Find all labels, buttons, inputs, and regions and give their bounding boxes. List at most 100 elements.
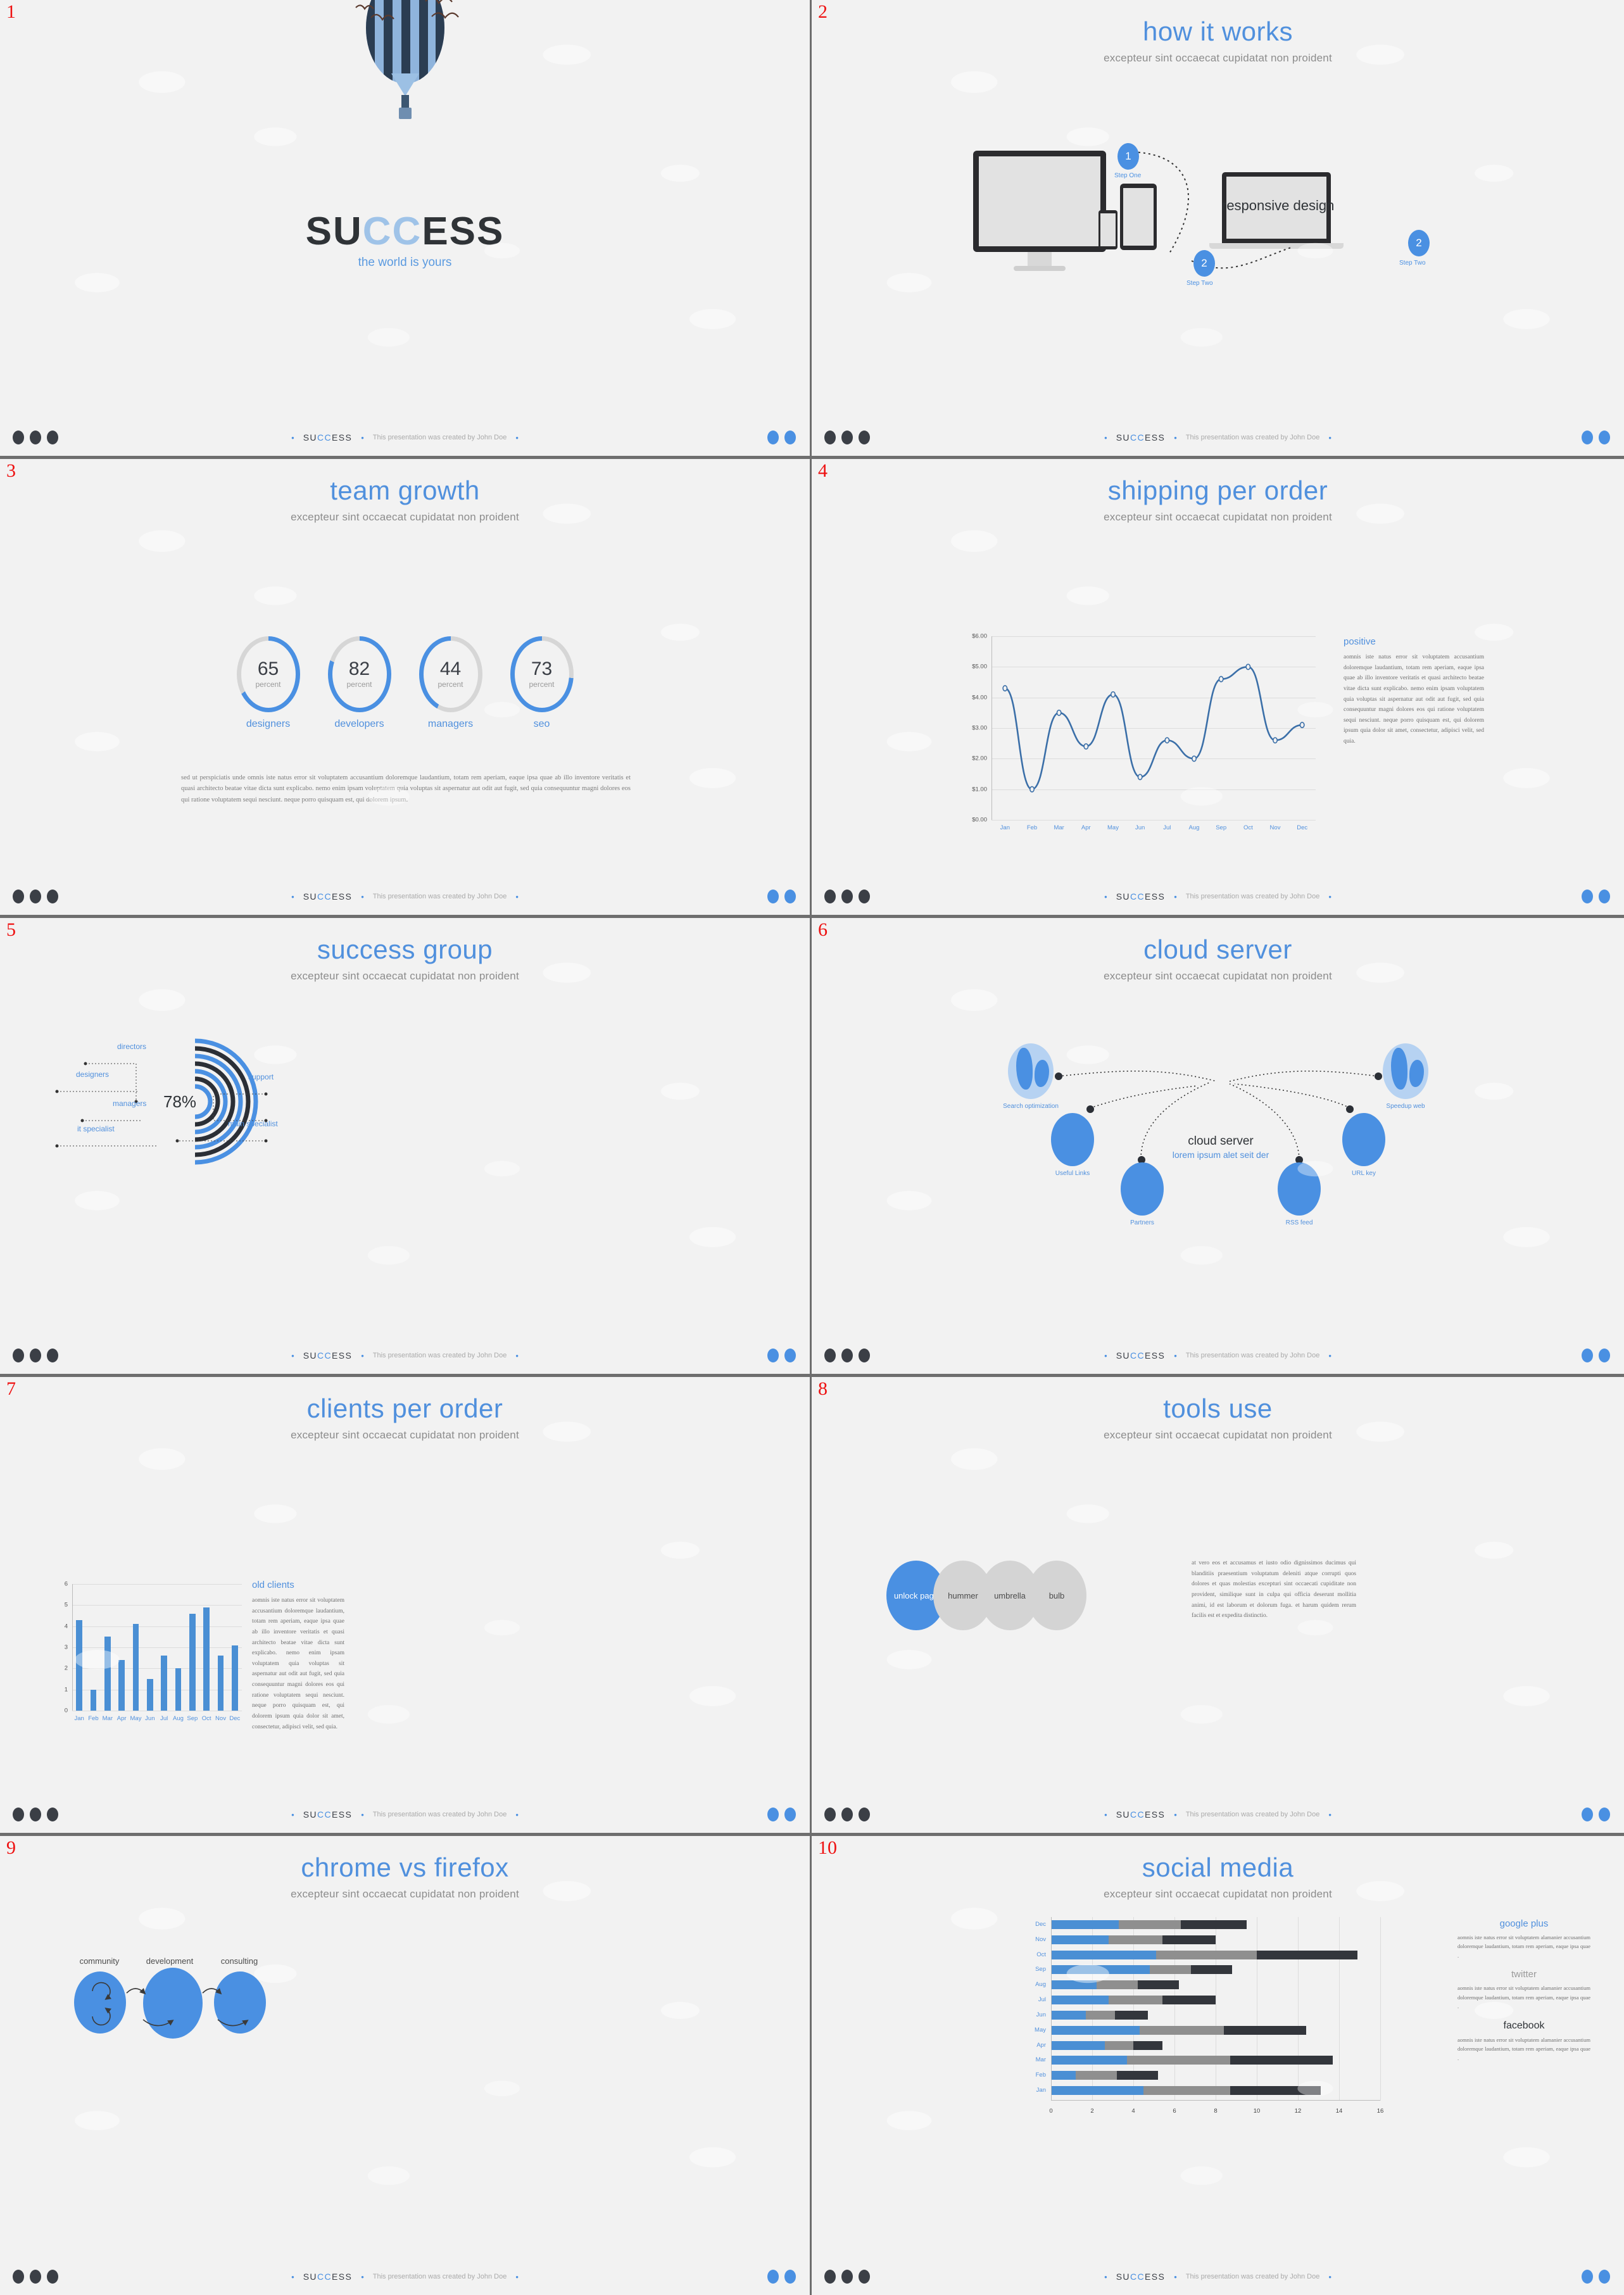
x-axis-tick: Oct [201, 1715, 211, 1722]
donut-value: 44 [439, 658, 462, 679]
slide-title: tools use [1163, 1393, 1273, 1423]
footer-brand: SUCCESS [303, 1350, 353, 1361]
slide-title: how it works [1142, 16, 1294, 46]
footer-dots-right[interactable] [767, 1349, 796, 1362]
footer-dots-right[interactable] [1582, 1808, 1610, 1821]
y-axis-tick: Oct [1036, 1951, 1046, 1958]
bullet-mid: • [1174, 1350, 1177, 1361]
slide-footer: • SUCCESS • This presentation was create… [0, 2268, 810, 2285]
footer-dots-right[interactable] [767, 1808, 796, 1821]
slide-subtitle: excepteur sint occaecat cupidatat non pr… [291, 1888, 519, 1900]
slide-8[interactable]: 8 tools use excepteur sint occaecat cupi… [812, 1377, 1624, 1836]
slide-footer: • SUCCESS • This presentation was create… [0, 888, 810, 905]
x-axis-tick: Jan [1000, 824, 1010, 831]
footer-dots-right[interactable] [1582, 431, 1610, 444]
section-body-google-plus: aomnis iste natus error sit voluptatem a… [1457, 1934, 1590, 1959]
footer-dots-right[interactable] [767, 431, 796, 444]
gridline [72, 1584, 242, 1585]
slide-2[interactable]: 2 how it works excepteur sint occaecat c… [812, 0, 1624, 459]
footer-note: This presentation was created by John Do… [1185, 434, 1320, 441]
slide-10[interactable]: 10 social media excepteur sint occaecat … [812, 1836, 1624, 2295]
slide-6[interactable]: 6 cloud server excepteur sint occaecat c… [812, 918, 1624, 1377]
slide-3[interactable]: 3 team growth excepteur sint occaecat cu… [0, 459, 812, 918]
slide-1[interactable]: 1 SUCCESS the world is yours • SUCCESS •… [0, 0, 812, 459]
gridline [72, 1626, 242, 1627]
footer-dots-left[interactable] [824, 1349, 870, 1362]
footer-dots-right[interactable] [1582, 890, 1610, 903]
y-axis-tick: Jun [1036, 2011, 1046, 2018]
y-axis-tick: $5.00 [972, 663, 987, 670]
footer-dots-left[interactable] [13, 890, 58, 903]
bullet-right: • [1328, 891, 1331, 902]
center-subtitle: lorem ipsum alet seit der [1172, 1150, 1269, 1160]
table-row [1051, 2040, 1162, 2050]
footer-dots-left[interactable] [824, 431, 870, 444]
bar-segment [1051, 1935, 1109, 1944]
x-axis-tick: 8 [1214, 2108, 1218, 2115]
section-body-facebook: aomnis iste natus error sit voluptatem a… [1457, 2036, 1590, 2061]
y-axis-tick: $3.00 [972, 724, 987, 732]
bar [203, 1607, 210, 1711]
venn-circle-bulb[interactable]: bulb [1027, 1561, 1086, 1630]
globe-icon-speedup [1383, 1043, 1428, 1099]
bar-segment [1139, 2025, 1224, 2035]
footer-dots-right[interactable] [767, 890, 796, 903]
x-axis-tick: Nov [215, 1715, 226, 1722]
slide-subtitle: excepteur sint occaecat cupidatat non pr… [291, 511, 519, 523]
bar-segment [1051, 2010, 1086, 2020]
slide-title: shipping per order [1107, 475, 1328, 505]
bar-segment [1114, 2010, 1148, 2020]
y-axis-line [991, 636, 992, 820]
footer-dots-right[interactable] [1582, 1349, 1610, 1362]
slide-title: social media [1142, 1852, 1294, 1882]
side-paragraph: aomnis iste natus error sit voluptatem a… [1344, 654, 1484, 745]
bar-segment [1191, 1965, 1232, 1975]
bar-segment [1224, 2025, 1306, 2035]
slide-4[interactable]: 4 shipping per order excepteur sint occa… [812, 459, 1624, 918]
bar-segment [1137, 1980, 1179, 1990]
footer-dots-left[interactable] [13, 1808, 58, 1821]
footer-dots-left[interactable] [824, 890, 870, 903]
donut-label: designers [246, 719, 291, 729]
bullet-left: • [1104, 1809, 1107, 1820]
x-axis-tick: May [1107, 824, 1119, 831]
footer-dots-left[interactable] [824, 2270, 870, 2284]
center-title: cloud server [1188, 1135, 1254, 1148]
side-heading: old clients [252, 1580, 294, 1590]
slide-9[interactable]: 9 chrome vs firefox excepteur sint occae… [0, 1836, 812, 2295]
slide-number: 2 [818, 1, 828, 22]
footer-note: This presentation was created by John Do… [1185, 1811, 1320, 1818]
x-axis-tick: Jul [160, 1715, 168, 1722]
slide-title: team growth [330, 475, 480, 505]
slide-subtitle: excepteur sint occaecat cupidatat non pr… [291, 1429, 519, 1441]
x-axis-tick: Apr [1081, 824, 1091, 831]
bar-segment [1117, 2071, 1158, 2080]
donut-ring: 73 percent [510, 636, 574, 712]
slide-5[interactable]: 5 success group excepteur sint occaecat … [0, 918, 812, 1377]
bullet-right: • [515, 1809, 519, 1820]
gridline [72, 1605, 242, 1606]
cycle-arrows [92, 1982, 249, 2027]
label-managers: managers [113, 1099, 147, 1108]
bullet-right: • [1328, 1809, 1331, 1820]
bar [132, 1624, 139, 1711]
footer-dots-left[interactable] [824, 1808, 870, 1821]
step-badge-1: 1 [1117, 143, 1139, 170]
slide-7[interactable]: 7 clients per order excepteur sint occae… [0, 1377, 812, 1836]
bar-segment [1109, 1935, 1162, 1944]
slide-number: 6 [818, 919, 828, 940]
line-series [1002, 663, 1305, 793]
footer-dots-left[interactable] [13, 431, 58, 444]
x-axis-tick: 0 [1049, 2108, 1053, 2115]
footer-dots-left[interactable] [13, 2270, 58, 2284]
bullet-mid: • [1174, 2272, 1177, 2282]
bullet-mid: • [361, 1350, 364, 1361]
footer-dots-right[interactable] [1582, 2270, 1610, 2284]
bullet-mid: • [361, 432, 364, 443]
table-row [1051, 1950, 1358, 1959]
table-row [1051, 1996, 1216, 2005]
footer-dots-left[interactable] [13, 1349, 58, 1362]
bar-segment [1051, 2025, 1140, 2035]
footer-dots-right[interactable] [767, 2270, 796, 2284]
y-axis-line [1051, 1917, 1052, 2101]
